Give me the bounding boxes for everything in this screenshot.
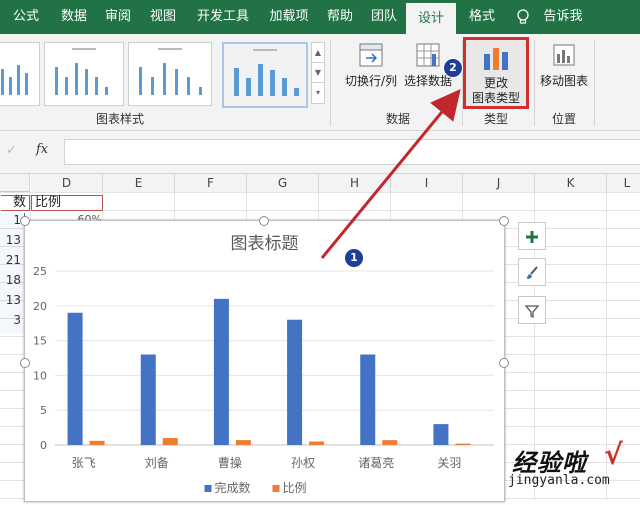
step-badge-2: 2 bbox=[443, 58, 463, 78]
watermark-url: jingyanla.com bbox=[508, 473, 610, 488]
step-badge-1: 1 bbox=[344, 248, 364, 268]
watermark-check: √ bbox=[604, 438, 623, 471]
annotation-arrow bbox=[320, 89, 461, 259]
